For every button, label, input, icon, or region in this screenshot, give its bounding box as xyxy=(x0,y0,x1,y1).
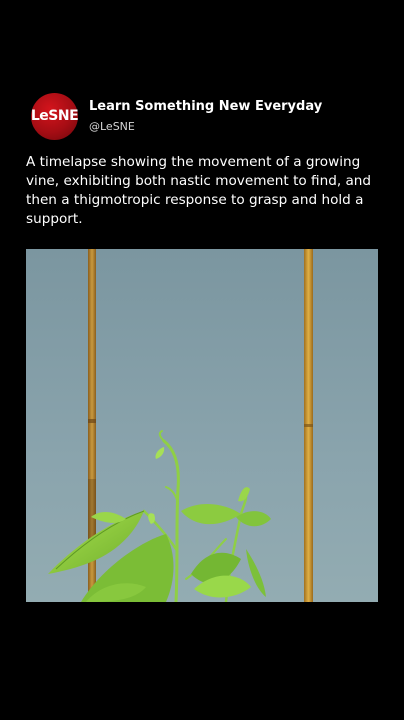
social-post: LeSNE Learn Something New Everyday @LeSN… xyxy=(0,0,404,720)
video-frame[interactable] xyxy=(26,249,378,602)
avatar-logo-text: LeSNE xyxy=(30,108,79,124)
plant-timelapse-image xyxy=(26,249,378,602)
account-name[interactable]: Learn Something New Everyday xyxy=(89,98,322,115)
avatar[interactable]: LeSNE xyxy=(30,92,79,140)
post-caption: A timelapse showing the movement of a gr… xyxy=(26,154,372,227)
account-info: Learn Something New Everyday @LeSNE xyxy=(89,98,322,134)
account-handle[interactable]: @LeSNE xyxy=(89,120,322,134)
post-header: LeSNE Learn Something New Everyday @LeSN… xyxy=(30,92,322,140)
